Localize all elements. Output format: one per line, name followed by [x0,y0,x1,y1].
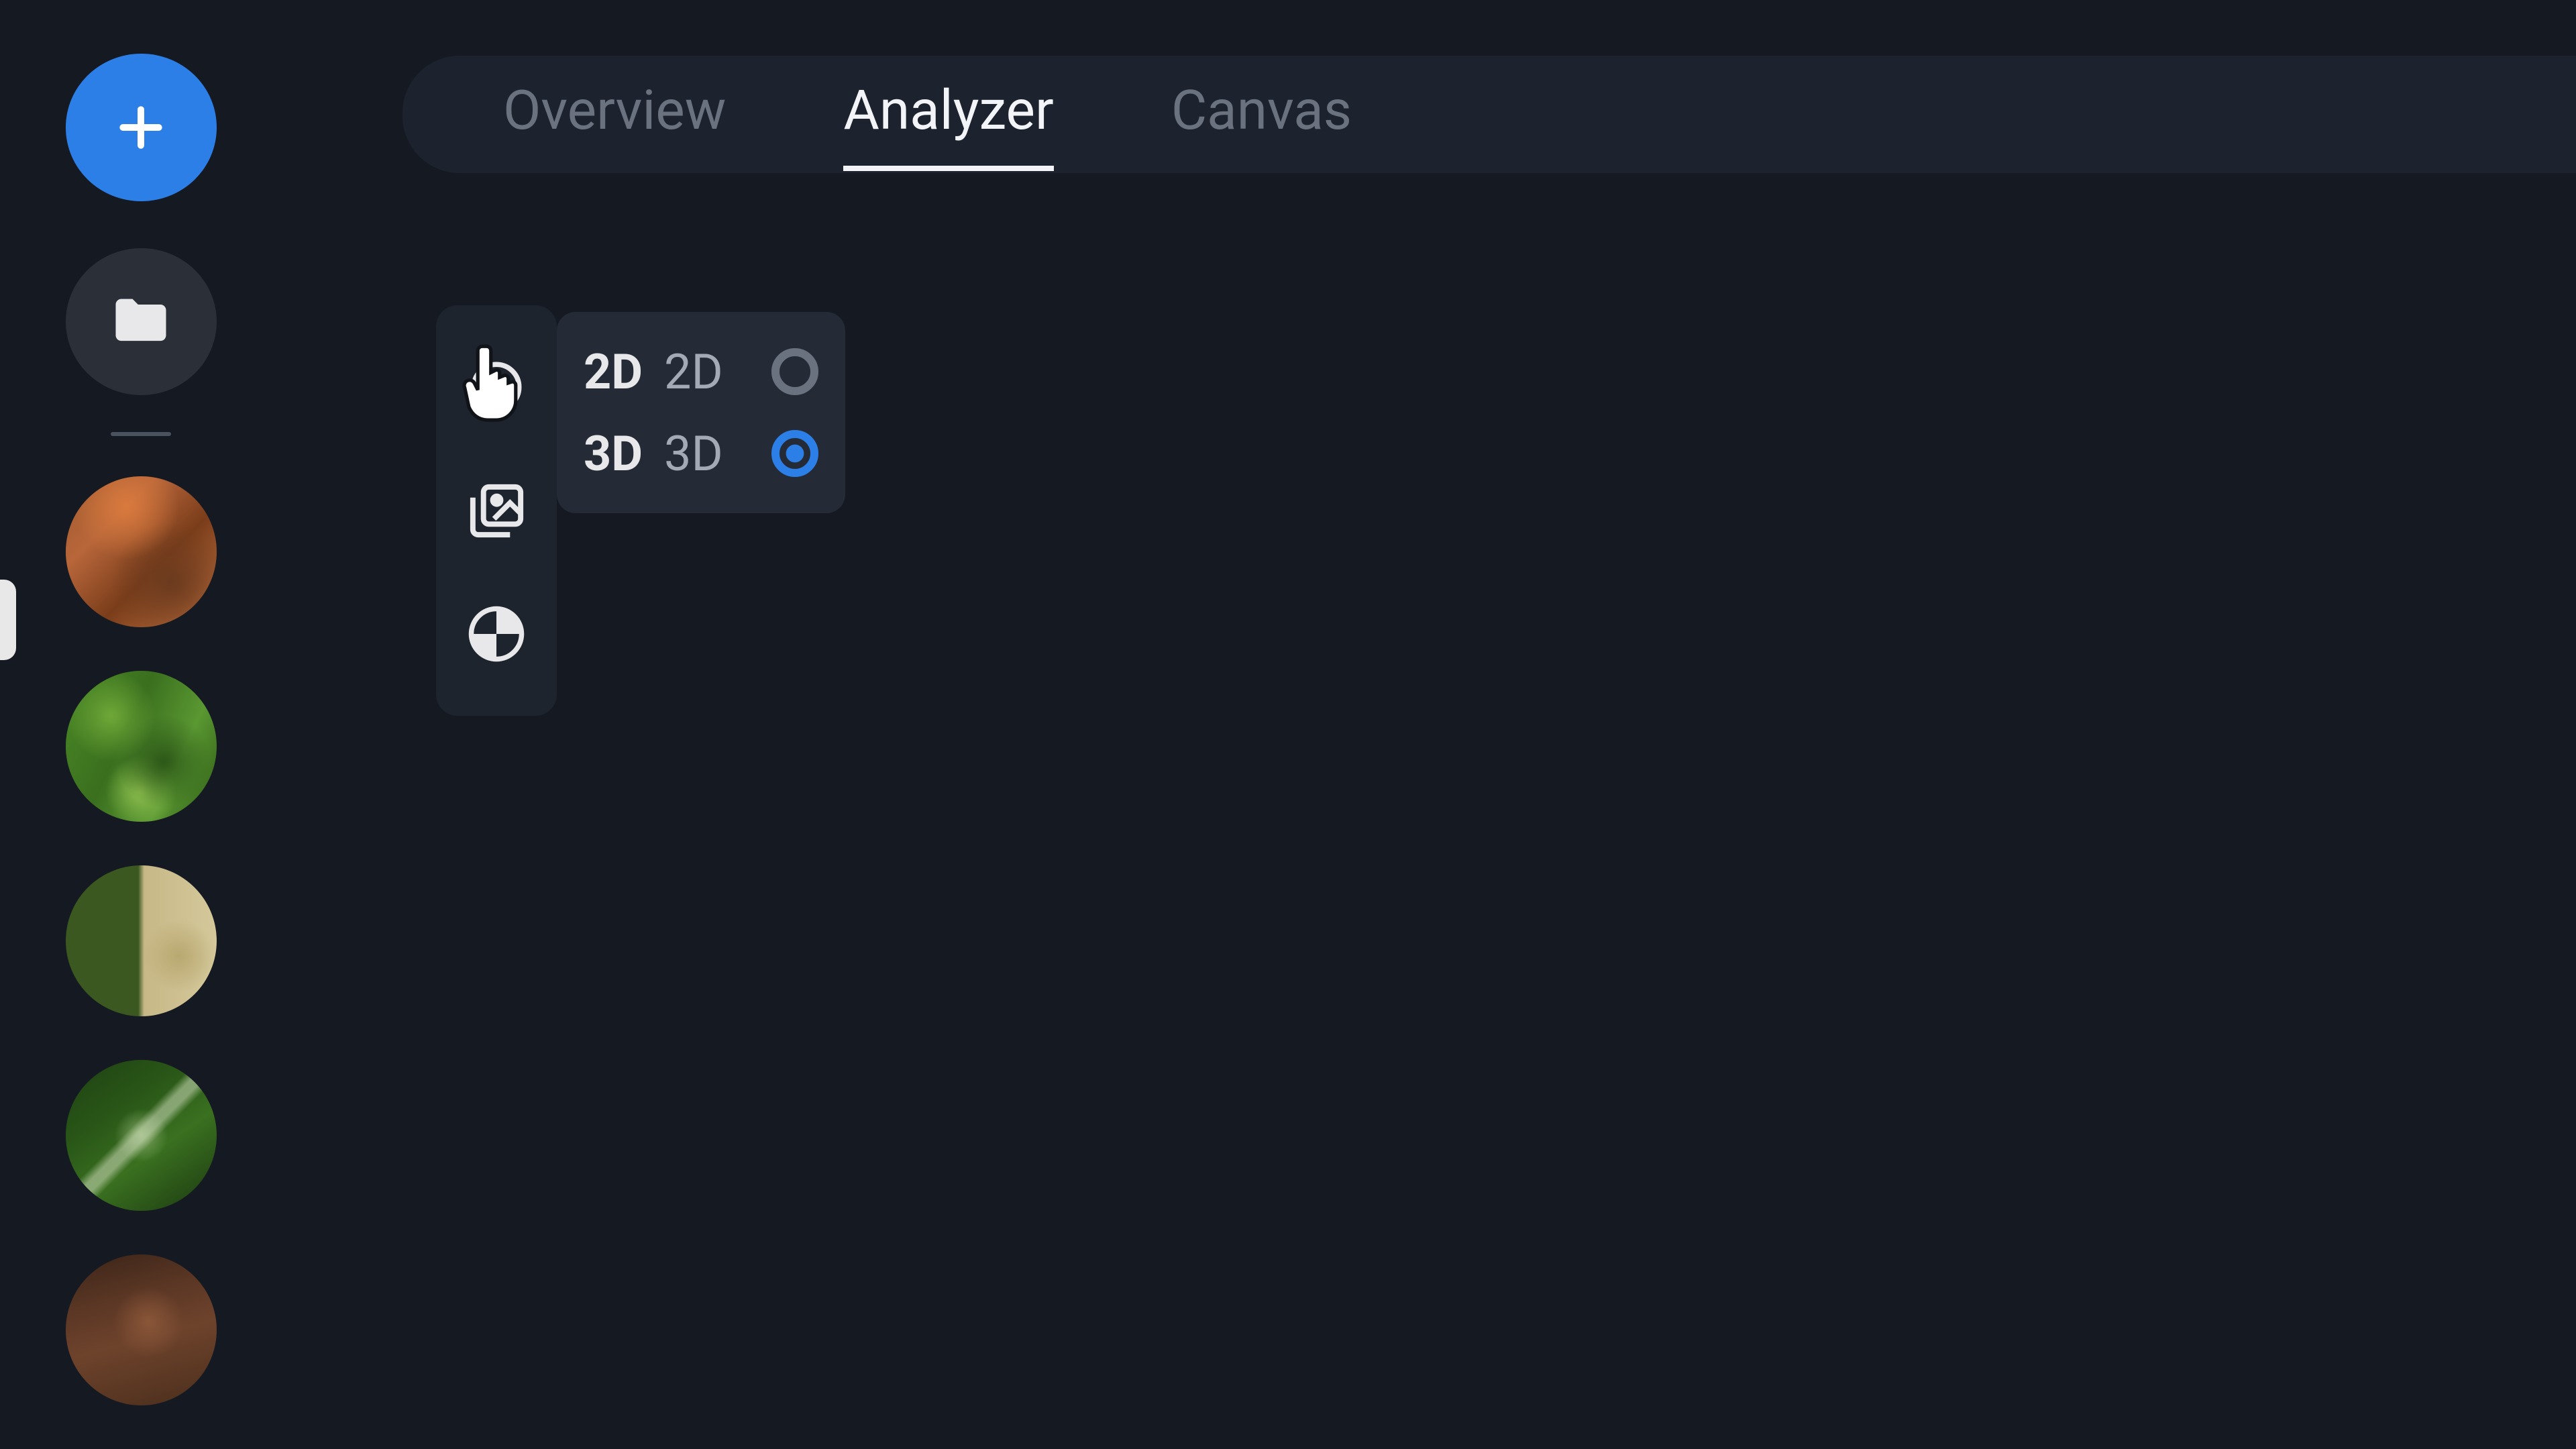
view-mode-2d-label: 2D [664,343,758,400]
project-thumb-1[interactable] [66,476,217,627]
sidebar [0,0,282,1449]
view-mode-3d-key: 3D [584,425,664,482]
tab-canvas[interactable]: Canvas [1171,78,1352,151]
crosshair-icon [466,604,527,664]
pointer-tool-button[interactable] [456,347,537,427]
view-mode-menu: 2D 2D 3D 3D [557,312,845,513]
project-thumb-4[interactable] [66,1060,217,1211]
radio-checked-icon [771,430,818,477]
tab-overview[interactable]: Overview [503,78,726,151]
add-button[interactable] [66,54,217,201]
view-mode-3d[interactable]: 3D 3D [584,413,818,494]
tool-panel [436,305,557,716]
layers-tool-button[interactable] [456,470,537,551]
view-mode-2d[interactable]: 2D 2D [584,331,818,413]
pointer-icon [466,357,527,417]
top-tab-bar: Overview Analyzer Canvas [402,56,2576,173]
plus-icon [114,101,168,154]
folder-icon [107,288,174,355]
project-thumb-3[interactable] [66,865,217,1016]
marker-tool-button[interactable] [456,594,537,674]
project-thumb-5[interactable] [66,1254,217,1405]
folder-button[interactable] [66,248,217,396]
radio-unchecked-icon [771,348,818,395]
view-mode-3d-label: 3D [664,425,758,482]
image-stack-icon [465,479,529,543]
sidebar-divider [111,432,171,436]
project-thumb-2[interactable] [66,671,217,822]
tab-analyzer[interactable]: Analyzer [843,78,1053,151]
view-mode-2d-key: 2D [584,343,664,400]
